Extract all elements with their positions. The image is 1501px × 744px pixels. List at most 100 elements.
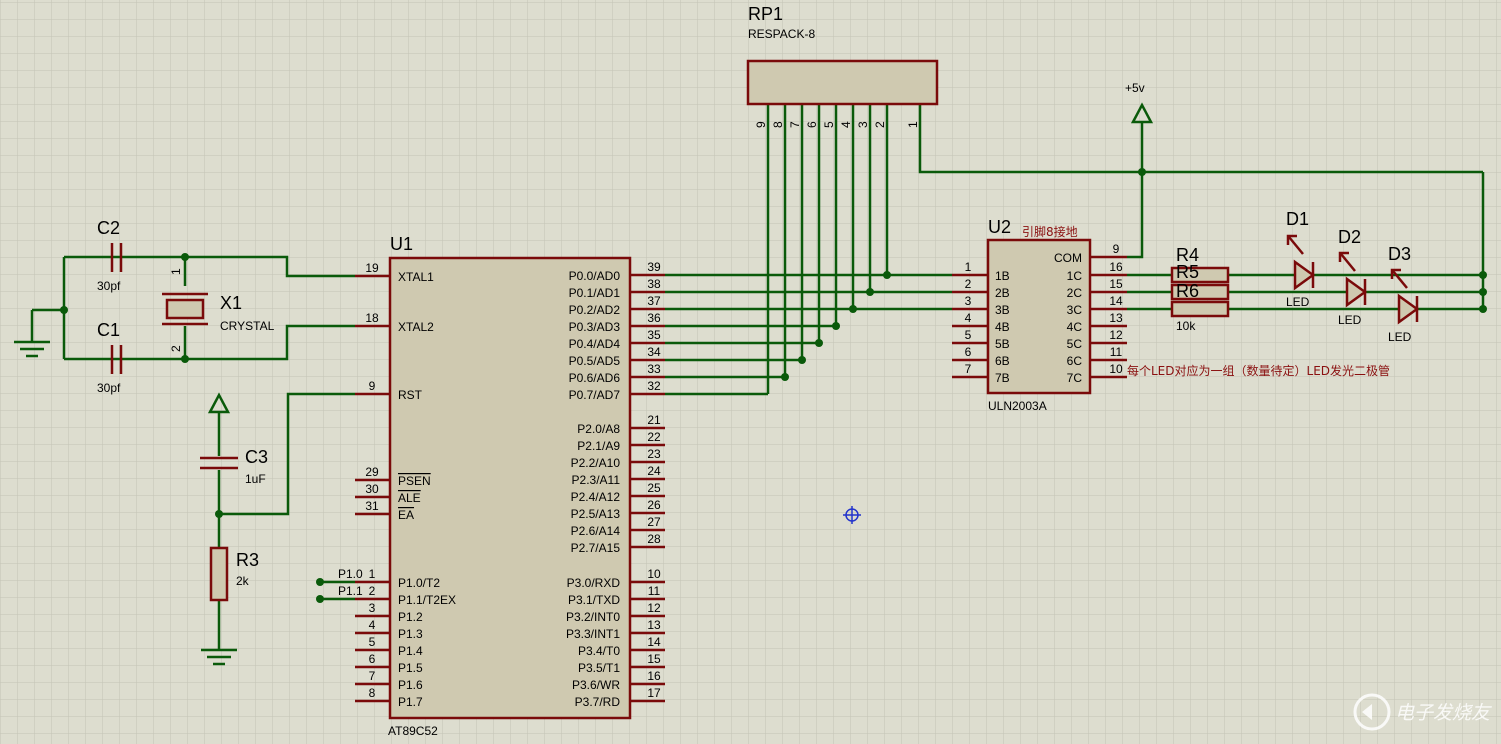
u1-pin-number: 32 (647, 379, 661, 393)
u1-pin-number: 37 (647, 294, 661, 308)
u1-pin-name: P1.6 (398, 678, 423, 692)
schematic-canvas: +5v C2 30pf C1 30pf 1 2 X1 CRYSTAL C3 1u… (0, 0, 1501, 744)
u1-pin-number: 6 (369, 652, 376, 666)
u1-pin-name: P2.0/A8 (577, 422, 620, 436)
u1-pin-number: 17 (647, 686, 661, 700)
u2-pin-number: 13 (1109, 311, 1123, 325)
x1-ref: X1 (220, 293, 242, 313)
u1-pin-name: P1.4 (398, 644, 423, 658)
u1-pin-number: 11 (648, 584, 661, 598)
svg-text:1: 1 (169, 268, 183, 275)
r6-value: 10k (1176, 319, 1196, 333)
u2-pin-name: 2C (1067, 286, 1083, 300)
c2-ref: C2 (97, 218, 120, 238)
u1-pin-number: 10 (647, 567, 661, 581)
rp1-pin-number: 2 (873, 121, 887, 128)
u1-pin-name: XTAL1 (398, 270, 434, 284)
u1-pin-name: P2.4/A12 (571, 490, 621, 504)
u1-pin-number: 21 (647, 413, 661, 427)
d1-ref: D1 (1286, 209, 1309, 229)
u2-pin-number: 16 (1109, 260, 1123, 274)
u2-pin-number: 11 (1110, 345, 1123, 359)
u1-pin-number: 34 (647, 345, 661, 359)
u2-pin-number: 9 (1113, 242, 1120, 256)
u1-pin-number: 4 (369, 618, 376, 632)
rp1-pin-number: 1 (906, 121, 920, 128)
u1-pin-number: 24 (647, 464, 661, 478)
r5-ref: R5 (1176, 262, 1199, 282)
u2-pin-name: 5B (995, 337, 1010, 351)
u1-pin-number: 19 (365, 261, 379, 275)
r6-ref: R6 (1176, 281, 1199, 301)
schematic-svg: +5v C2 30pf C1 30pf 1 2 X1 CRYSTAL C3 1u… (0, 0, 1501, 744)
u2-ref: U2 (988, 217, 1011, 237)
u1-pin-name: P3.2/INT0 (566, 610, 620, 624)
u1-pin-name: P3.7/RD (575, 695, 621, 709)
u2-pin-name: 5C (1067, 337, 1083, 351)
u2-pin-name: 4C (1067, 320, 1083, 334)
u1-pin-number: 26 (647, 498, 661, 512)
u1-pin-name: P3.1/TXD (568, 593, 620, 607)
u1-pin-number: 14 (647, 635, 661, 649)
d1-value: LED (1286, 295, 1310, 309)
u1-pin-number: 3 (369, 601, 376, 615)
u2-note: 引脚8接地 (1022, 224, 1078, 239)
net-label-p10: P1.0 (338, 567, 363, 581)
d2-ref: D2 (1338, 227, 1361, 247)
u2-pin-number: 14 (1109, 294, 1123, 308)
u2-pin-name: 6C (1067, 354, 1083, 368)
u1-pin-number: 27 (647, 515, 661, 529)
u1-pin-number: 30 (365, 482, 379, 496)
u1-pin-name: P2.5/A13 (571, 507, 621, 521)
u1-pin-name: P1.1/T2EX (398, 593, 456, 607)
u1-pin-name: P1.0/T2 (398, 576, 440, 590)
u2-pin-number: 5 (965, 328, 972, 342)
u2-pin-name: 7B (995, 371, 1010, 385)
u1-pin-name: P0.1/AD1 (569, 286, 621, 300)
c2-value: 30pf (97, 279, 121, 293)
u2-pin-name: 7C (1067, 371, 1083, 385)
u1-pin-number: 2 (369, 584, 376, 598)
u2-pin-number: 7 (965, 362, 972, 376)
u1-pin-number: 13 (647, 618, 661, 632)
rp1-ref: RP1 (748, 4, 783, 24)
u1-pin-name: P3.6/WR (572, 678, 620, 692)
u1-pin-name: P0.0/AD0 (569, 269, 621, 283)
u1-pin-name: ALE (398, 491, 421, 505)
u1-pin-name: P1.3 (398, 627, 423, 641)
u2-pin-name: 4B (995, 320, 1010, 334)
u1-pin-name: PSEN (398, 474, 431, 488)
u2-pin-number: 4 (965, 311, 972, 325)
d2-value: LED (1338, 313, 1362, 327)
u2-pin-number: 15 (1109, 277, 1123, 291)
u1-pin-number: 36 (647, 311, 661, 325)
u1-pin-name: P2.2/A10 (571, 456, 621, 470)
u1-pin-name: P0.6/AD6 (569, 371, 621, 385)
u1-pin-number: 35 (647, 328, 661, 342)
u1-pin-name: P1.7 (398, 695, 423, 709)
u1-pin-number: 18 (365, 311, 379, 325)
rp1-pin-number: 7 (788, 121, 802, 128)
svg-text:2: 2 (169, 345, 183, 352)
u1-pin-number: 22 (647, 430, 661, 444)
u1-pin-name: P2.7/A15 (571, 541, 621, 555)
u1-pin-number: 7 (369, 669, 376, 683)
u1-pin-name: P2.3/A11 (572, 473, 621, 487)
u1-pin-number: 31 (365, 499, 379, 513)
u2-pin-number: 3 (965, 294, 972, 308)
u1-pin-name: P3.0/RXD (567, 576, 621, 590)
u2-pin-name: 2B (995, 286, 1010, 300)
u1-pin-number: 28 (647, 532, 661, 546)
u1-ref: U1 (390, 234, 413, 254)
u1-pin-number: 25 (647, 481, 661, 495)
power-label: +5v (1125, 81, 1145, 95)
u1-pin-name: P3.3/INT1 (566, 627, 620, 641)
u1-pin-number: 8 (369, 686, 376, 700)
u1-pin-name: P3.5/T1 (578, 661, 620, 675)
r3-ref: R3 (236, 550, 259, 570)
u2-pin-name: 3C (1067, 303, 1083, 317)
u1-pin-name: P3.4/T0 (578, 644, 620, 658)
u2-pin-name: 1C (1067, 269, 1083, 283)
u1-pin-name: P0.5/AD5 (569, 354, 621, 368)
u2-pin-number: 12 (1109, 328, 1123, 342)
